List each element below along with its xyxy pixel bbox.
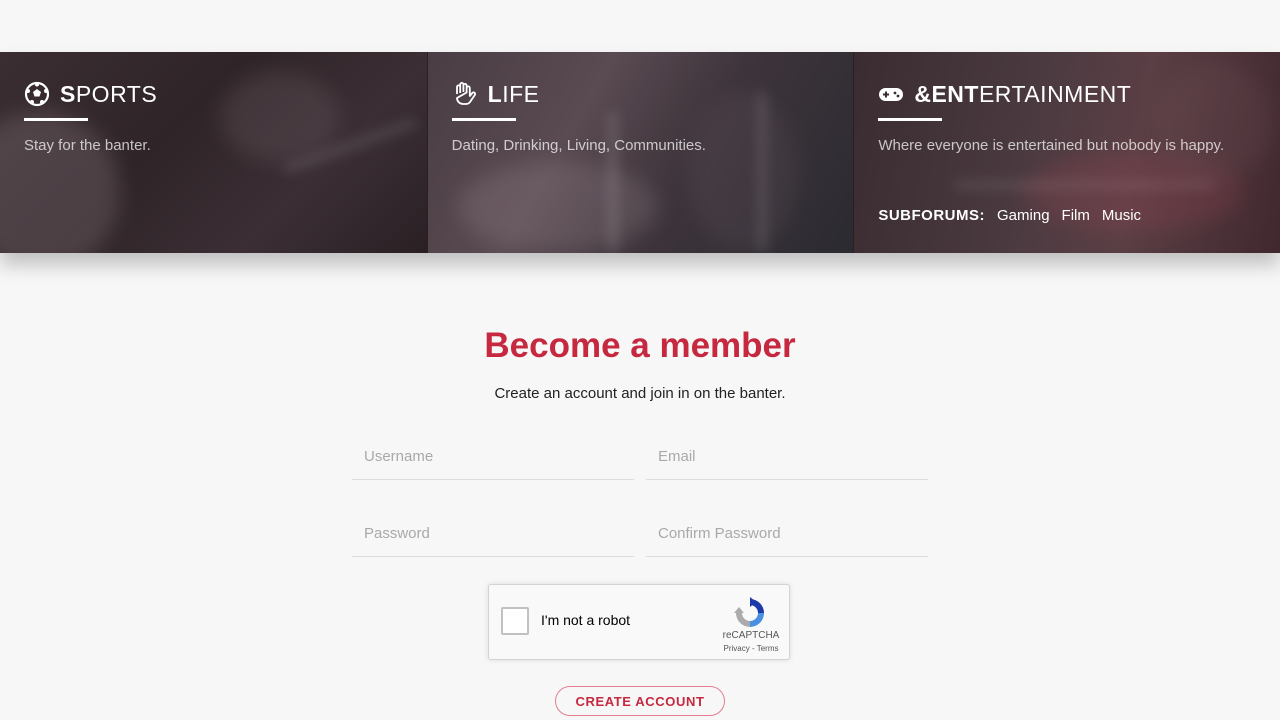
- category-title-light: IFE: [502, 80, 540, 107]
- category-title-sports[interactable]: SPORTS: [24, 80, 407, 108]
- top-bar: [0, 0, 1280, 52]
- signup-subtitle: Create an account and join in on the ban…: [494, 385, 786, 402]
- recaptcha-checkbox[interactable]: [501, 607, 529, 635]
- category-title-life[interactable]: LIFE: [452, 80, 834, 108]
- category-title-strong: L: [487, 80, 503, 107]
- password-input[interactable]: [352, 511, 634, 557]
- category-title-entertainment[interactable]: &ENTERTAINMENT: [878, 80, 1260, 108]
- recaptcha-widget: I'm not a robot reCAPTCHA Privacy - Term…: [488, 584, 790, 660]
- soccer-ball-icon: [24, 81, 50, 107]
- category-banner: SPORTS Stay for the banter. LIFE Dating,…: [0, 52, 1280, 253]
- subforum-link-film[interactable]: Film: [1062, 207, 1090, 224]
- category-underline: [451, 118, 516, 121]
- email-input[interactable]: [646, 434, 928, 480]
- category-underline: [878, 118, 943, 121]
- category-title-strong: S: [60, 80, 76, 107]
- recaptcha-brand: reCAPTCHA: [722, 630, 780, 641]
- recaptcha-logo-icon: [732, 595, 768, 631]
- recaptcha-label: I'm not a robot: [541, 612, 631, 628]
- confirm-password-input[interactable]: [646, 511, 928, 557]
- category-description: Stay for the banter.: [24, 137, 151, 154]
- category-description: Where everyone is entertained but nobody…: [878, 137, 1225, 154]
- category-title-light: PORTS: [75, 80, 158, 107]
- subforum-link-gaming[interactable]: Gaming: [997, 207, 1050, 224]
- category-underline: [24, 118, 88, 121]
- category-description: Dating, Drinking, Living, Communities.: [451, 137, 706, 154]
- create-account-button[interactable]: CREATE ACCOUNT: [555, 686, 725, 716]
- signup-title: Become a member: [484, 326, 796, 365]
- hand-icon: [452, 81, 478, 107]
- category-card-life[interactable]: LIFE Dating, Drinking, Living, Communiti…: [426, 52, 854, 253]
- subforums-label: SUBFORUMS:: [878, 207, 986, 224]
- category-card-sports[interactable]: SPORTS Stay for the banter.: [0, 52, 427, 253]
- subforum-list: SUBFORUMS: Gaming Film Music: [878, 207, 1141, 224]
- signup-section: Become a member Create an account and jo…: [0, 253, 1280, 720]
- recaptcha-links[interactable]: Privacy - Terms: [711, 644, 791, 653]
- category-title-strong: &ENT: [914, 80, 979, 107]
- subforum-link-music[interactable]: Music: [1102, 207, 1141, 224]
- category-card-entertainment[interactable]: &ENTERTAINMENT Where everyone is enterta…: [853, 52, 1280, 253]
- gamepad-icon: [878, 81, 904, 107]
- username-input[interactable]: [352, 434, 634, 480]
- category-title-light: ERTAINMENT: [978, 80, 1132, 107]
